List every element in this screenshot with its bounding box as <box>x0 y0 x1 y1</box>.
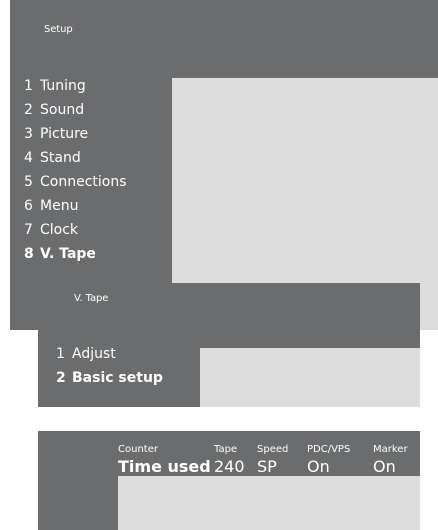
menu-item-label: Sound <box>40 102 85 118</box>
marker-value[interactable]: On <box>373 457 396 476</box>
marker-header: Marker <box>373 444 408 455</box>
menu-item-clock[interactable]: 7 Clock <box>24 222 78 238</box>
menu-item-label: Basic setup <box>72 370 163 386</box>
menu-item-basic-setup[interactable]: 2 Basic setup <box>56 370 163 386</box>
vtape-menu-title: V. Tape <box>74 293 109 304</box>
menu-item-label: Stand <box>40 150 81 166</box>
menu-item-label: Adjust <box>72 346 116 362</box>
speed-value[interactable]: SP <box>257 457 277 476</box>
menu-item-number: 5 <box>24 174 33 190</box>
tape-value[interactable]: 240 <box>214 457 245 476</box>
menu-item-number: 1 <box>24 78 33 94</box>
menu-item-number: 3 <box>24 126 33 142</box>
pdc-vps-value[interactable]: On <box>307 457 330 476</box>
pdc-vps-header: PDC/VPS <box>307 444 351 455</box>
menu-item-connections[interactable]: 5 Connections <box>24 174 127 190</box>
menu-item-tuning[interactable]: 1 Tuning <box>24 78 86 94</box>
menu-item-number: 7 <box>24 222 33 238</box>
menu-item-number: 8 <box>24 246 34 262</box>
menu-item-label: Menu <box>40 198 79 214</box>
setup-menu-title: Setup <box>44 24 73 35</box>
counter-header: Counter <box>118 444 158 455</box>
menu-item-number: 6 <box>24 198 33 214</box>
menu-item-label: Connections <box>40 174 127 190</box>
counter-value[interactable]: Time used <box>118 457 211 476</box>
menu-item-number: 2 <box>24 102 33 118</box>
menu-item-label: Picture <box>40 126 89 142</box>
menu-item-number: 1 <box>56 346 65 362</box>
tape-status-preview-area <box>118 476 420 530</box>
menu-item-label: Tuning <box>40 78 86 94</box>
speed-header: Speed <box>257 444 289 455</box>
menu-item-label: Clock <box>40 222 79 238</box>
menu-item-v-tape[interactable]: 8 V. Tape <box>24 246 96 262</box>
menu-item-number: 2 <box>56 370 66 386</box>
menu-item-label: V. Tape <box>40 246 96 262</box>
tape-header: Tape <box>214 444 238 455</box>
menu-item-stand[interactable]: 4 Stand <box>24 150 81 166</box>
menu-item-sound[interactable]: 2 Sound <box>24 102 84 118</box>
menu-item-picture[interactable]: 3 Picture <box>24 126 88 142</box>
vtape-preview-area <box>200 348 420 407</box>
menu-item-number: 4 <box>24 150 33 166</box>
menu-item-menu[interactable]: 6 Menu <box>24 198 78 214</box>
menu-item-adjust[interactable]: 1 Adjust <box>56 346 116 362</box>
